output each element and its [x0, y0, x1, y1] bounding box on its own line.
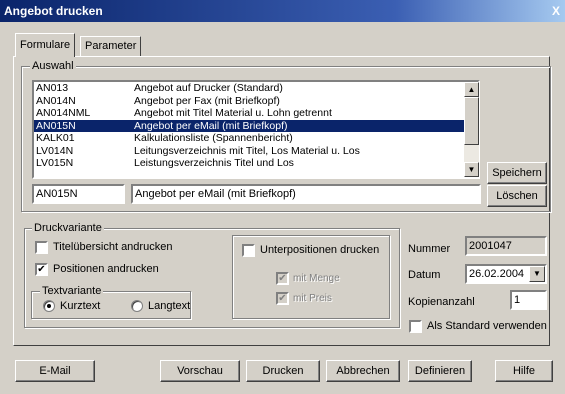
datum-label: Datum [408, 269, 441, 281]
save-button[interactable]: Speichern [487, 162, 547, 184]
chevron-down-icon[interactable]: ▼ [529, 266, 545, 282]
unterpositionen-checkbox[interactable] [242, 244, 255, 257]
list-item-code: AN014N [36, 94, 76, 107]
list-item[interactable]: LV014N Leitungsverzeichnis mit Titel, Los… [34, 145, 478, 158]
print-button[interactable]: Drucken [246, 360, 320, 382]
list-item-description: Angebot per Fax (mit Briefkopf) [134, 94, 280, 107]
unterpositionen-label[interactable]: Unterpositionen drucken [260, 243, 379, 257]
langtext-label[interactable]: Langtext [148, 299, 190, 313]
preview-button[interactable]: Vorschau [160, 360, 240, 382]
standard-checkbox[interactable] [409, 320, 422, 333]
close-icon[interactable]: X [549, 0, 563, 22]
delete-button[interactable]: Löschen [487, 185, 547, 207]
list-item[interactable]: AN015N Angebot per eMail (mit Briefkopf) [34, 119, 478, 132]
titel-checkbox[interactable] [35, 241, 48, 254]
list-item[interactable]: KALK01 Kalkulationsliste (Spannenbericht) [34, 132, 478, 145]
list-item[interactable]: AN013 Angebot auf Drucker (Standard) [34, 82, 478, 95]
list-item-code: KALK01 [36, 132, 75, 144]
form-listbox[interactable]: AN013 Angebot auf Drucker (Standard) AN014… [32, 80, 480, 179]
textvariante-legend: Textvariante [40, 285, 104, 297]
window-title: Angebot drucken [4, 4, 103, 18]
list-item-description: Kalkulationsliste (Spannenbericht) [134, 132, 293, 144]
list-item-description: Angebot per eMail (mit Briefkopf) [134, 119, 288, 132]
kopien-label: Kopienanzahl [408, 296, 475, 308]
kurztext-label[interactable]: Kurztext [60, 299, 100, 313]
title-bar: Angebot drucken X [0, 0, 565, 22]
dialog-window: Angebot drucken X Formulare Parameter Au… [0, 0, 565, 394]
kurztext-radio[interactable] [43, 300, 55, 312]
email-button[interactable]: E-Mail [15, 360, 95, 382]
nummer-label: Nummer [408, 243, 451, 255]
list-item-code: AN015N [36, 119, 76, 132]
list-item-description: Angebot mit Titel Material u. Lohn getre… [134, 107, 332, 119]
scroll-up-icon[interactable]: ▲ [464, 82, 479, 97]
scroll-thumb[interactable] [464, 97, 479, 145]
radio-selected-dot [47, 304, 51, 308]
check-icon: ✔ [278, 293, 287, 304]
kopien-field[interactable]: 1 [510, 290, 547, 310]
datum-value: 26.02.2004 [469, 268, 525, 280]
list-item-code: AN014NML [36, 107, 91, 119]
list-item-code: AN013 [36, 82, 69, 94]
auswahl-legend: Auswahl [30, 60, 76, 72]
help-button[interactable]: Hilfe [495, 360, 553, 382]
list-item-code: LV015N [36, 157, 74, 169]
cancel-button[interactable]: Abbrechen [326, 360, 400, 382]
tab-parameter[interactable]: Parameter [80, 36, 142, 56]
preis-checkbox: ✔ [276, 292, 289, 305]
positionen-label[interactable]: Positionen andrucken [53, 262, 159, 276]
tab-formulare[interactable]: Formulare [15, 33, 76, 57]
titel-label[interactable]: Titelübersicht andrucken [53, 240, 172, 254]
description-field[interactable]: Angebot per eMail (mit Briefkopf) [131, 184, 481, 204]
list-item[interactable]: AN014N Angebot per Fax (mit Briefkopf) [34, 95, 478, 108]
code-field[interactable]: AN015N [32, 184, 125, 204]
preis-label: mit Preis [293, 293, 332, 304]
standard-label[interactable]: Als Standard verwenden [427, 319, 547, 333]
list-item-code: LV014N [36, 144, 74, 157]
check-icon: ✔ [278, 273, 287, 284]
list-item[interactable]: AN014NML Angebot mit Titel Material u. Lo… [34, 107, 478, 120]
druckvariante-legend: Druckvariante [32, 222, 104, 234]
define-button[interactable]: Definieren [408, 360, 472, 382]
scroll-down-icon[interactable]: ▼ [464, 162, 479, 177]
menge-label: mit Menge [293, 273, 340, 284]
list-item-description: Angebot auf Drucker (Standard) [134, 82, 283, 94]
menge-checkbox: ✔ [276, 272, 289, 285]
positionen-checkbox[interactable]: ✔ [35, 263, 48, 276]
nummer-field: 2001047 [465, 236, 547, 256]
list-item[interactable]: LV015N Leistungsverzeichnis Titel und Los [34, 157, 478, 170]
list-item-description: Leistungsverzeichnis Titel und Los [134, 157, 294, 169]
list-item-description: Leitungsverzeichnis mit Titel, Los Mater… [134, 144, 360, 157]
langtext-radio[interactable] [131, 300, 143, 312]
check-icon: ✔ [37, 264, 46, 275]
